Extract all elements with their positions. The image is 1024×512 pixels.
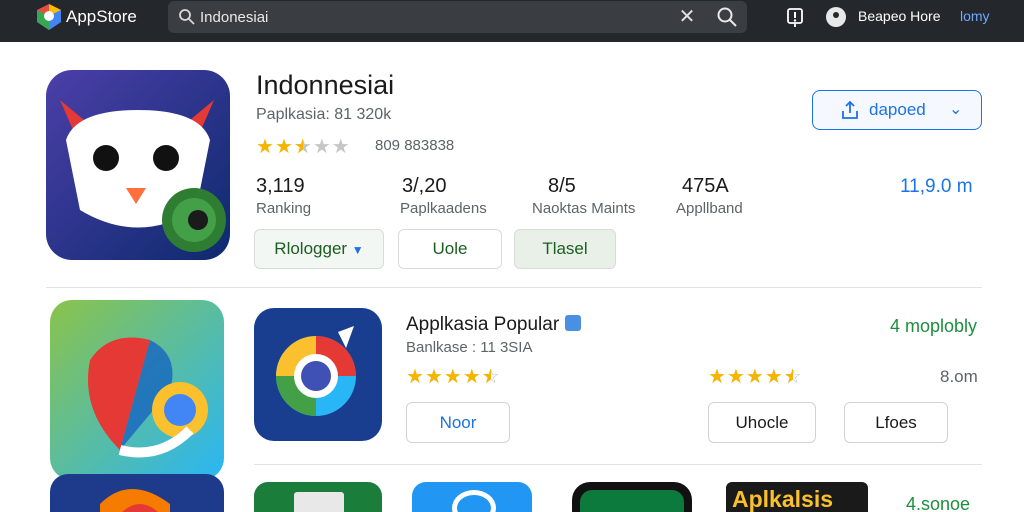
clear-icon[interactable]: ✕: [676, 6, 698, 28]
app-title: Indonnesiai: [256, 70, 395, 100]
rating-stars: ★★★★★★: [256, 136, 351, 158]
bottom-app-tile[interactable]: [254, 482, 382, 512]
action-button[interactable]: Lfoes: [844, 402, 948, 443]
alert-icon[interactable]: [784, 6, 806, 28]
appstore-logo-icon[interactable]: [34, 2, 64, 32]
header-link[interactable]: lomy: [960, 8, 990, 24]
popular-app-subtitle: Banlkase : 11 3SIA: [406, 339, 533, 356]
top-bar: AppStore ✕ Beapeo Hore lomy: [0, 0, 1024, 42]
popular-status: 4 moplobly: [890, 316, 978, 336]
rating-stars: ★★★★☆★: [708, 366, 803, 388]
rating-count: 809 883838: [375, 137, 455, 154]
open-button[interactable]: Noor: [406, 402, 510, 443]
install-dropdown-button[interactable]: dapoed ⌄: [812, 90, 982, 130]
chip-label: Rlologger: [274, 239, 348, 258]
stat-label: Naoktas Maints: [532, 200, 636, 217]
search-icon: [179, 9, 195, 25]
verified-badge-icon: [565, 315, 581, 331]
bottom-app-tile[interactable]: [572, 482, 692, 512]
popular-app-title: Applkasia Popular: [406, 314, 560, 335]
stat-value: 8/5: [548, 175, 576, 197]
rating-stars: ★★★★☆★: [406, 366, 501, 388]
tile-label: Aplkalsis: [732, 486, 833, 512]
stat-label: Ranking: [256, 200, 312, 217]
stat-label: Paplkaadens: [400, 200, 487, 217]
install-button-label: dapoed: [869, 100, 926, 119]
stat-label: Appllband: [676, 200, 743, 217]
stat-value: 475A: [682, 175, 729, 197]
popular-app-icon[interactable]: [254, 308, 382, 441]
profile-icon[interactable]: [825, 6, 847, 28]
chevron-down-icon: ▼: [351, 243, 364, 257]
stat-value: 3/,20: [402, 175, 447, 197]
brand-name[interactable]: AppStore: [66, 7, 137, 27]
section-divider: [254, 464, 982, 465]
action-button[interactable]: Uhocle: [708, 402, 816, 443]
stat-value: 3,119: [256, 175, 305, 197]
app-size: 11,9.0 m: [900, 176, 973, 197]
chip-button[interactable]: Tlasel: [514, 229, 616, 269]
search-bar[interactable]: ✕: [168, 1, 747, 33]
featured-app-icon[interactable]: [46, 70, 230, 260]
share-icon: [842, 100, 858, 119]
bottom-status: 4.sonoe: [906, 494, 971, 512]
chevron-down-icon: ⌄: [949, 101, 963, 118]
user-menu-text[interactable]: Beapeo Hore: [858, 8, 941, 24]
chip-button[interactable]: Uole: [398, 229, 502, 269]
search-submit-icon[interactable]: [715, 5, 739, 29]
category-dropdown-chip[interactable]: Rlologger ▼: [254, 229, 384, 269]
app-subtitle: Paplkasia: 81 320k: [256, 106, 392, 123]
bottom-app-tile[interactable]: [412, 482, 532, 512]
side-app-tile[interactable]: [50, 300, 224, 480]
bottom-app-tile[interactable]: Aplkalsis: [726, 482, 868, 512]
section-divider: [46, 287, 982, 288]
popular-size: 8.om: [940, 367, 978, 386]
search-input[interactable]: [200, 5, 670, 29]
side-app-tile[interactable]: [50, 474, 224, 512]
